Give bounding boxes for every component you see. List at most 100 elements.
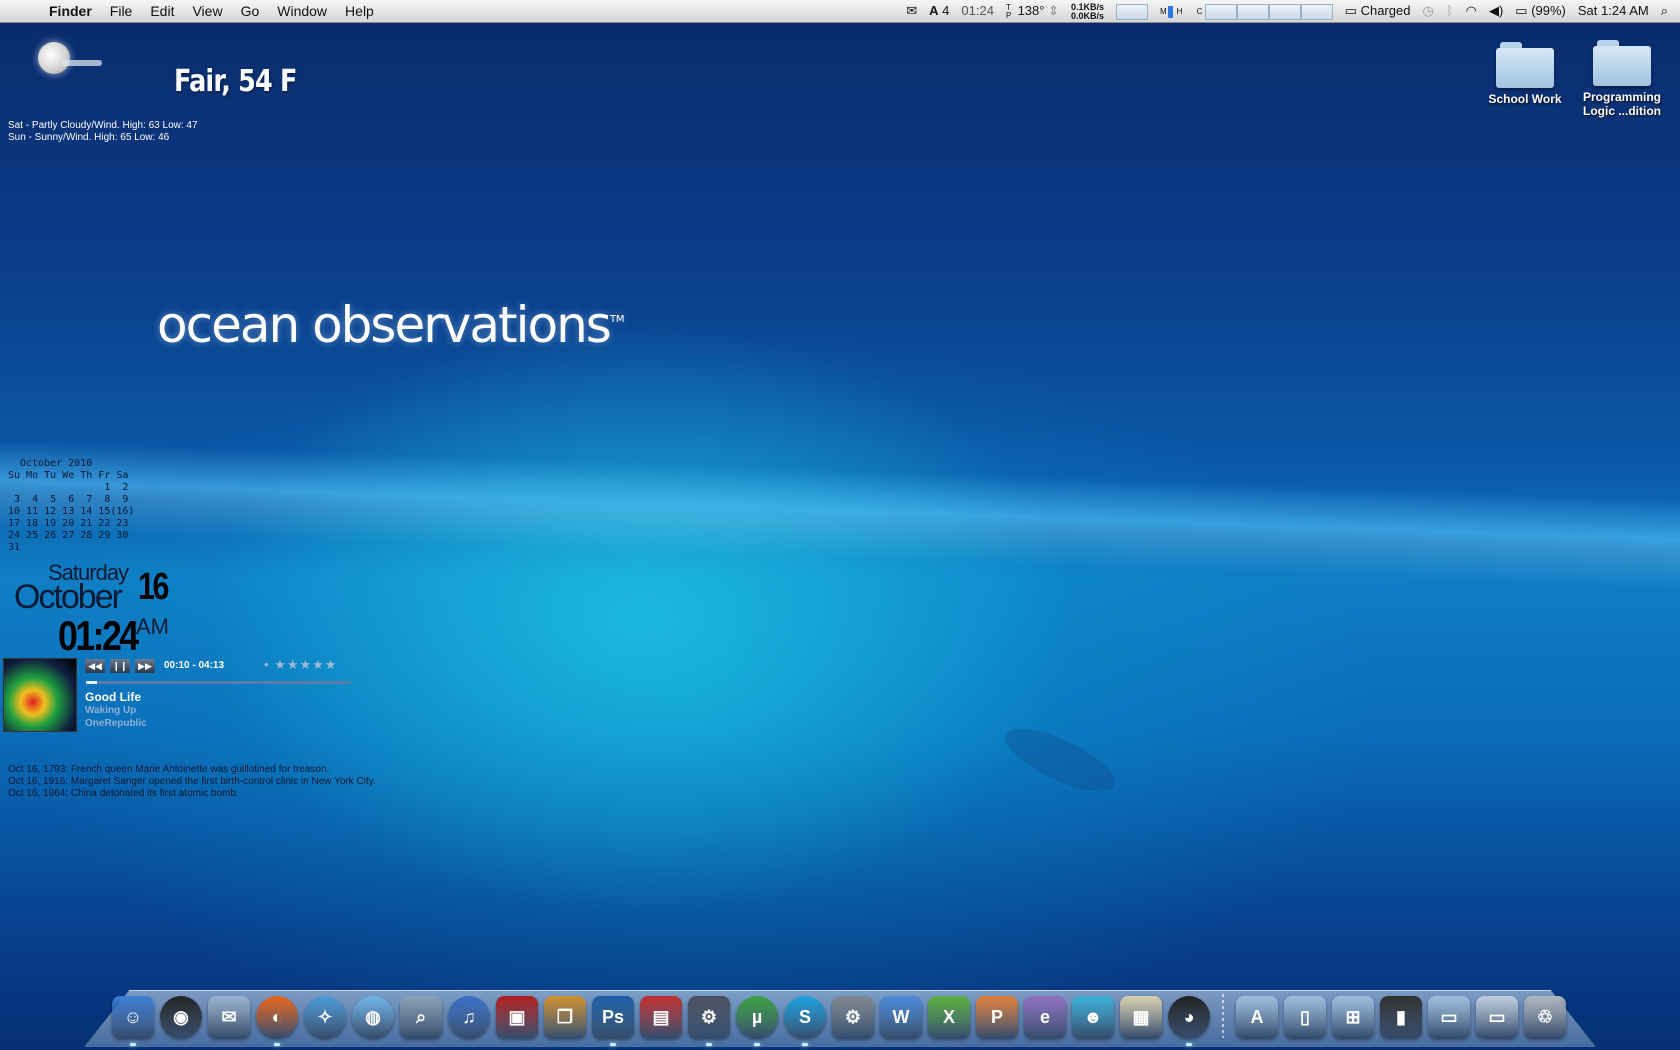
temperature[interactable]: TP 138° ⇕ <box>1000 0 1065 22</box>
menu-clock[interactable]: Sat 1:24 AM <box>1572 0 1655 22</box>
itunes-icon[interactable]: ♫ <box>448 996 490 1038</box>
steam-icon[interactable]: ⚙ <box>688 996 730 1046</box>
time-machine-icon[interactable]: ◷ <box>1416 0 1439 22</box>
word-glyph: W <box>892 1006 910 1027</box>
temp-value: 138° <box>1017 3 1045 18</box>
track-progress-fill <box>86 681 97 684</box>
history-item: Oct 16, 1916: Margaret Sanger opened the… <box>8 776 376 787</box>
browser-stack-icon[interactable]: ▭ <box>1476 996 1518 1038</box>
calendar-row: 3 4 5 6 7 8 9 <box>8 494 129 505</box>
calendar-title: October 2010 <box>20 458 93 469</box>
font-badge[interactable]: A 4 <box>923 0 955 22</box>
bluetooth-icon[interactable]: ᛒ <box>1440 0 1460 22</box>
album-artwork[interactable] <box>3 658 77 732</box>
desktop-folder-programming-logic[interactable]: Programming Logic ...dition <box>1566 40 1678 118</box>
menu-help[interactable]: Help <box>336 0 383 22</box>
word-icon[interactable]: W <box>880 996 922 1038</box>
skype-glyph: S <box>798 1006 811 1027</box>
dashboard-glyph: ◉ <box>173 1006 189 1027</box>
downloads-stack-icon[interactable]: ⊞ <box>1332 996 1374 1038</box>
server-icon[interactable]: ▮ <box>1380 996 1422 1038</box>
logo-text: ocean observations <box>157 296 612 354</box>
photo-booth-icon[interactable]: ▤ <box>640 996 682 1038</box>
track-position: 00:10 - 04:13 <box>164 660 225 671</box>
entourage-icon[interactable]: e <box>1024 996 1066 1038</box>
trash-icon[interactable]: ♲ <box>1524 996 1566 1038</box>
track-progress-bar[interactable] <box>86 681 350 684</box>
track-rating[interactable]: • ★★★★★ <box>264 657 337 673</box>
documents-stack-icon[interactable]: ▯ <box>1284 996 1326 1038</box>
screenshot-stack-glyph: ▭ <box>1440 1006 1458 1027</box>
downloads-stack-glyph: ⊞ <box>1345 1006 1361 1027</box>
preview-icon[interactable]: ⌕ <box>400 996 442 1038</box>
dock-separator <box>1222 994 1224 1038</box>
calendar-widget: October 2010 Su Mo Tu We Th Fr Sa 1 2 3 4… <box>8 458 134 554</box>
calendar-row: 1 2 <box>8 482 129 493</box>
excel-icon[interactable]: X <box>928 996 970 1038</box>
network-graph[interactable] <box>1110 0 1154 22</box>
entourage-glyph: e <box>1039 1006 1050 1027</box>
trash-glyph: ♲ <box>1536 1006 1554 1027</box>
mail-glyph: ✉ <box>221 1006 237 1027</box>
itunes-glyph: ♫ <box>462 1006 476 1027</box>
safari-icon[interactable]: ✧ <box>304 996 346 1038</box>
menu-go[interactable]: Go <box>232 0 269 22</box>
menu-window[interactable]: Window <box>268 0 336 22</box>
cloud-icon <box>62 60 102 66</box>
badge-count: 4 <box>942 3 950 18</box>
cpu-graph[interactable]: C <box>1191 0 1339 22</box>
applications-stack-icon[interactable]: A <box>1236 996 1278 1038</box>
clock-day-number: 16 <box>138 566 169 608</box>
net-down: 0.0KB/s <box>1071 10 1105 21</box>
network-meter[interactable]: 0.1KB/s 0.0KB/s <box>1065 0 1110 22</box>
memory-meter-icon[interactable]: M H <box>1154 0 1191 22</box>
mail-icon[interactable]: ✉ <box>208 996 250 1038</box>
ichat-glyph: ◍ <box>365 1006 381 1027</box>
updown-arrow-icon: ⇕ <box>1048 3 1059 18</box>
desktop-folder-school-work[interactable]: School Work <box>1470 42 1580 106</box>
menu-file[interactable]: File <box>101 0 142 22</box>
weather-current: Fair, 54 F <box>174 64 297 99</box>
calendar-row: 17 18 19 20 21 22 23 <box>8 518 129 529</box>
calendar-header: Su Mo Tu We Th Fr Sa <box>8 470 129 481</box>
preview-glyph: ⌕ <box>415 1006 427 1027</box>
wallpaper-logo: ocean observationsTM <box>157 296 625 354</box>
iphoto-icon[interactable]: ❐ <box>544 996 586 1038</box>
messenger-icon[interactable]: ☻ <box>1072 996 1114 1038</box>
finder-icon[interactable]: ☺ <box>112 996 154 1046</box>
rating-dot: • <box>264 657 270 672</box>
camino-icon[interactable]: ◕ <box>1168 996 1210 1046</box>
powerpoint-icon[interactable]: P <box>976 996 1018 1038</box>
rating-stars: ★★★★★ <box>274 657 338 672</box>
track-album: Waking Up <box>85 705 137 716</box>
menu-app-name[interactable]: Finder <box>40 0 101 22</box>
menu-view[interactable]: View <box>183 0 231 22</box>
battery-status[interactable]: ▭ Charged <box>1339 0 1417 22</box>
pause-button[interactable]: ❙❙ <box>110 659 130 673</box>
mask-icon[interactable]: ✉ <box>900 0 923 22</box>
next-track-button[interactable]: ▶▶ <box>135 659 155 673</box>
mac-theme-icon[interactable]: ▦ <box>1120 996 1162 1038</box>
utorrent-icon[interactable]: µ <box>736 996 778 1046</box>
mac-theme-glyph: ▦ <box>1132 1006 1150 1027</box>
skype-icon[interactable]: S <box>784 996 826 1046</box>
track-title: Good Life <box>85 690 141 704</box>
volume-icon[interactable]: ◀) <box>1483 0 1509 22</box>
system-preferences-icon[interactable]: ⚙ <box>832 996 874 1038</box>
wifi-icon[interactable]: ◠ <box>1460 0 1483 22</box>
dashboard-icon[interactable]: ◉ <box>160 996 202 1038</box>
spotlight-search-icon[interactable]: ⌕ <box>1655 0 1680 22</box>
history-item: Oct 16, 1793: French queen Marie Antoine… <box>8 764 330 775</box>
browser-stack-glyph: ▭ <box>1488 1006 1506 1027</box>
menu-edit[interactable]: Edit <box>141 0 183 22</box>
temp-label-icon: TP <box>1005 2 1012 20</box>
dvd-player-icon[interactable]: ▣ <box>496 996 538 1038</box>
battery-text: Charged <box>1360 3 1411 18</box>
previous-track-button[interactable]: ◀◀ <box>85 659 105 673</box>
screenshot-stack-icon[interactable]: ▭ <box>1428 996 1470 1038</box>
ichat-icon[interactable]: ◍ <box>352 996 394 1038</box>
firefox-icon[interactable]: ◐ <box>256 996 298 1046</box>
battery-percent-status[interactable]: ▭ (99%) <box>1509 0 1572 22</box>
small-clock[interactable]: 01:24 <box>955 0 1000 22</box>
photoshop-icon[interactable]: Ps <box>592 996 634 1046</box>
